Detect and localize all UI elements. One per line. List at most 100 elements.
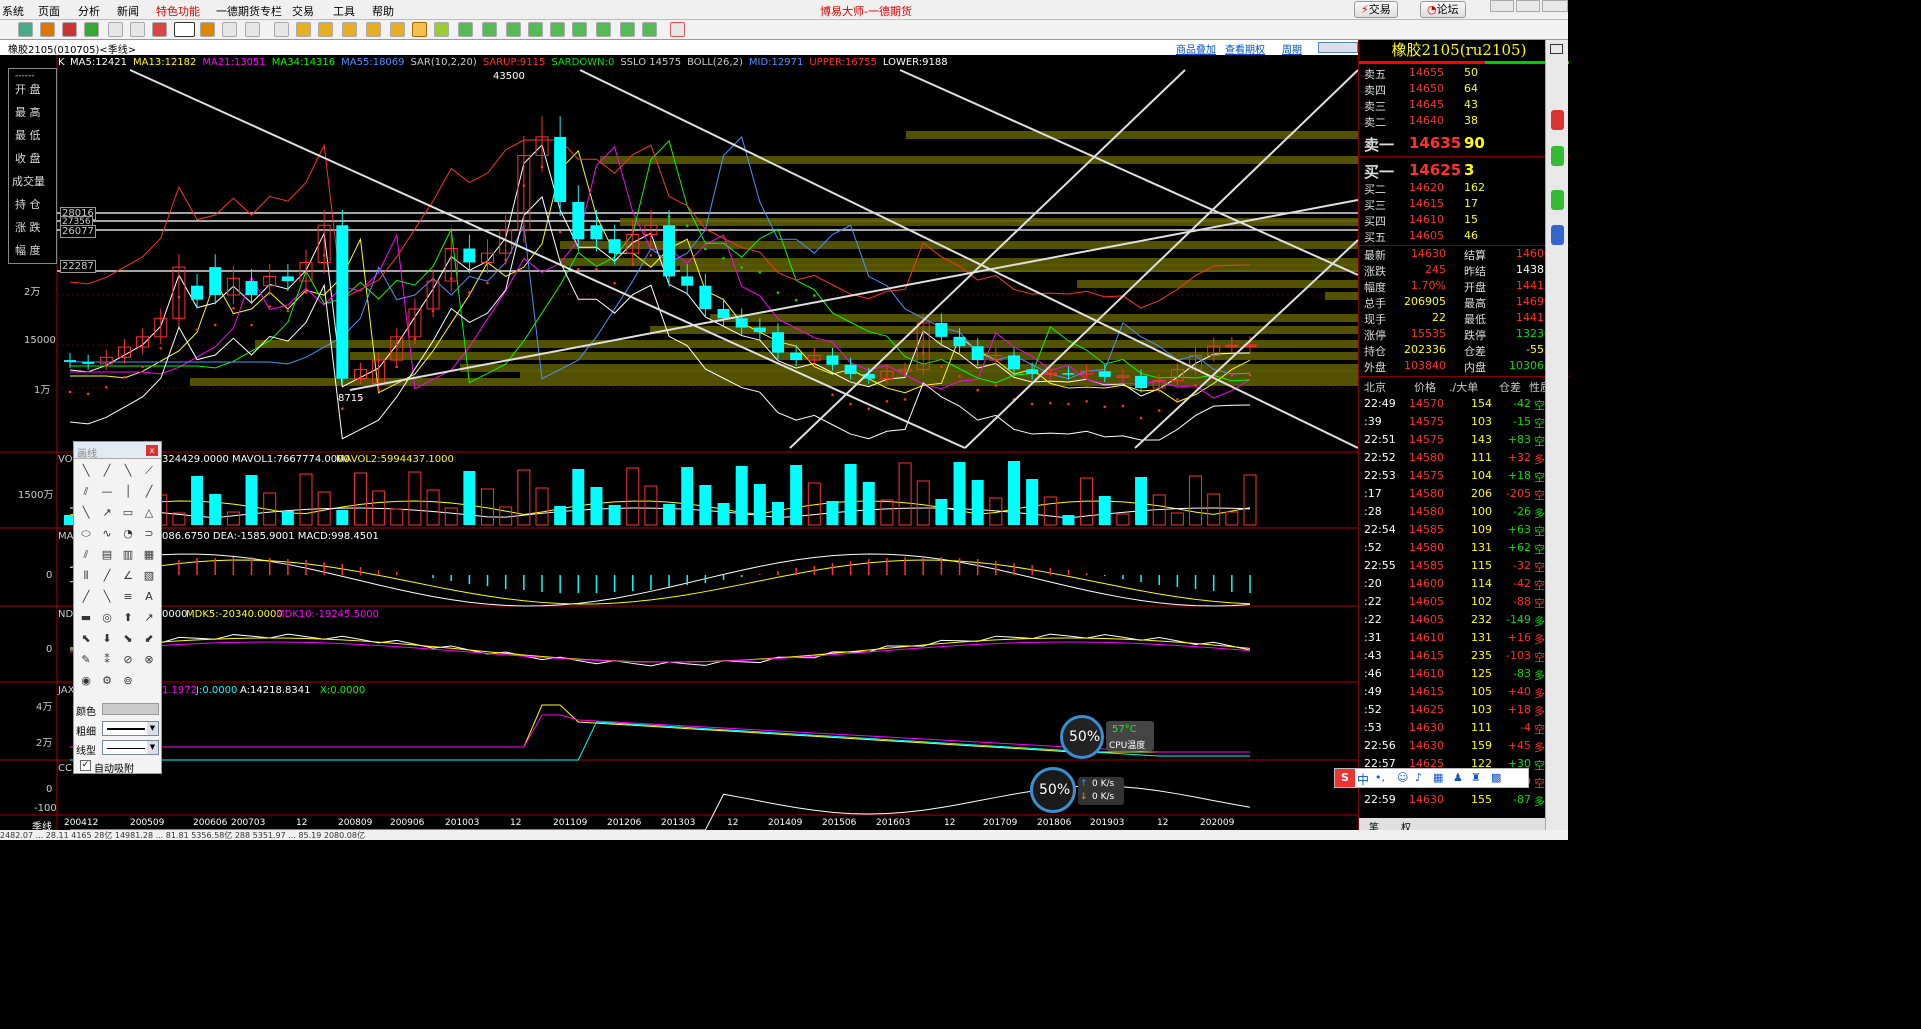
minimize-button[interactable] [1490,0,1514,12]
menu-tools[interactable]: 工具 [333,3,355,19]
drawing-tool-icon[interactable]: ⊗ [140,651,158,669]
drawing-tool-icon[interactable]: ≡ [119,588,137,606]
menu-special[interactable]: 特色功能 [156,3,200,19]
color-swatch[interactable] [102,703,159,715]
ime-keyboard-icon[interactable]: ▦ [1433,771,1443,784]
green-flag-icon[interactable] [1551,190,1564,210]
menu-system[interactable]: 系统 [2,3,24,19]
drawing-tool-icon[interactable]: ╲ [119,462,137,480]
ime-emoji-icon[interactable]: ☺ [1397,771,1408,784]
window-icon[interactable] [1550,44,1563,54]
period-11-icon[interactable] [528,22,543,37]
drawing-tool-icon[interactable]: ▭ [119,504,137,522]
period-1-icon[interactable] [296,22,311,37]
blue-flag-icon[interactable] [1551,225,1564,245]
linestyle-select[interactable]: ▼ [102,740,159,755]
ime-punct-icon[interactable]: •, [1375,771,1385,784]
table-icon[interactable] [274,22,289,37]
drawing-tool-icon[interactable]: ⟋ [140,462,158,480]
drawing-tool-icon[interactable]: │ [119,483,137,501]
drawing-tool-icon[interactable]: ⫽ [77,546,95,564]
window-icon[interactable] [152,22,167,37]
menu-trade[interactable]: 交易 [292,3,314,19]
pen-icon[interactable] [174,22,195,37]
chain-icon[interactable] [245,22,260,37]
drawing-tool-icon[interactable]: ◔ [119,525,137,543]
drawing-tool-icon[interactable]: ⊚ [119,672,137,690]
period-9-icon[interactable] [482,22,497,37]
zoom-in-icon[interactable] [108,22,123,37]
period-4-icon[interactable] [366,22,381,37]
drawing-tool-icon[interactable]: ▤ [98,546,116,564]
trade-button[interactable]: ⚡交易 [1354,1,1398,18]
period-2-icon[interactable] [318,22,333,37]
ime-shirt-icon[interactable]: ♜ [1471,771,1481,784]
drawing-tool-icon[interactable]: A [140,588,158,606]
zoom-out-icon[interactable] [130,22,145,37]
drawing-tool-icon[interactable]: ◉ [77,672,95,690]
drawing-tools-panel[interactable]: 画线 x ╲ ╱ ╲ ⟋ ⫽ — │ ╱ ╲ ↗ ▭ △ ⬭ ∿ ◔ ⊃ ⫽ ▤ ▥ ▦ ⦀ ╱ ∠ ▧ ╱ ╲ ≡ A ▬ ◎ ⬆ ↗ ⬉ ⬇ ⬊ ⬋… [73,441,162,775]
period-8-icon[interactable] [458,22,473,37]
drawing-tool-icon[interactable]: ⊃ [140,525,158,543]
refresh-icon[interactable] [84,22,99,37]
drawing-tool-icon[interactable]: ╱ [98,462,116,480]
ime-user-icon[interactable]: ♟ [1453,771,1463,784]
drawing-tool-icon[interactable]: ▬ [77,609,95,627]
funnel-icon[interactable] [222,22,237,37]
drawing-tool-icon[interactable]: ▥ [119,546,137,564]
drawing-tool-icon[interactable]: ⬉ [77,630,95,648]
house-icon[interactable] [40,22,55,37]
drawing-tool-icon[interactable]: ╱ [140,483,158,501]
menu-news[interactable]: 新闻 [117,3,139,19]
drawing-tool-icon[interactable]: ⦀ [77,567,95,585]
auto-snap-checkbox[interactable]: ✓ [80,760,91,771]
period-15-icon[interactable] [620,22,635,37]
drawing-tool-icon[interactable]: ↗ [140,609,158,627]
thickness-select[interactable]: ▼ [102,721,159,736]
drawing-tool-icon[interactable]: ⬊ [119,630,137,648]
close-window-button[interactable] [1542,0,1568,12]
drawing-panel-titlebar[interactable]: 画线 x [74,442,161,460]
drawing-tool-icon[interactable]: △ [140,504,158,522]
maximize-button[interactable] [1516,0,1540,12]
drawing-tool-icon[interactable]: ∠ [119,567,137,585]
ime-voice-icon[interactable]: ♪ [1415,771,1422,784]
ime-toolbar[interactable]: S 中 •, ☺ ♪ ▦ ♟ ♜ ▩ [1334,768,1529,788]
chart-area[interactable] [0,55,1358,830]
menu-column[interactable]: 一德期货专栏 [216,3,282,19]
drawing-tool-icon[interactable]: ⬭ [77,525,95,543]
drawing-tool-icon[interactable]: ◎ [98,609,116,627]
red-flag-icon[interactable] [1551,110,1564,130]
drawing-tool-icon[interactable]: ↗ [98,504,116,522]
drawing-tool-icon[interactable]: ⁑ [98,651,116,669]
drawing-tool-icon[interactable]: ╲ [77,462,95,480]
green-flag-icon[interactable] [1551,146,1564,166]
menu-page[interactable]: 页面 [38,3,60,19]
link-overlay[interactable]: 商品叠加 [1176,41,1216,56]
drawing-tool-icon[interactable]: ╱ [98,567,116,585]
drawing-tool-icon[interactable]: ⬇ [98,630,116,648]
drawing-tool-icon[interactable]: ╲ [98,588,116,606]
ime-mode-icon[interactable]: 中 [1357,771,1369,788]
candlestick-chart-svg[interactable] [0,55,1358,830]
drawing-tool-icon[interactable]: ⫽ [77,483,95,501]
period-7-icon[interactable] [434,22,449,37]
close-icon[interactable]: x [146,445,158,456]
drawing-tool-icon[interactable]: ╲ [77,504,95,522]
drawing-tool-icon[interactable]: ∿ [98,525,116,543]
brush-icon[interactable] [200,22,215,37]
menu-analysis[interactable]: 分析 [78,3,100,19]
period-13-icon[interactable] [572,22,587,37]
drawing-tool-icon[interactable]: ⚙ [98,672,116,690]
period-12-icon[interactable] [550,22,565,37]
calculator-icon[interactable] [670,22,685,37]
ime-grid-icon[interactable]: ▩ [1491,771,1501,784]
drawing-tool-icon[interactable]: ✎ [77,651,95,669]
link-period[interactable]: 周期 [1282,41,1302,56]
drawing-tool-icon[interactable]: ⊘ [119,651,137,669]
drawing-tool-icon[interactable]: — [98,483,116,501]
drawing-tool-icon[interactable]: ⬋ [140,630,158,648]
period-16-icon[interactable] [642,22,657,37]
drawing-tool-icon[interactable]: ⬆ [119,609,137,627]
home-icon[interactable] [18,22,33,37]
